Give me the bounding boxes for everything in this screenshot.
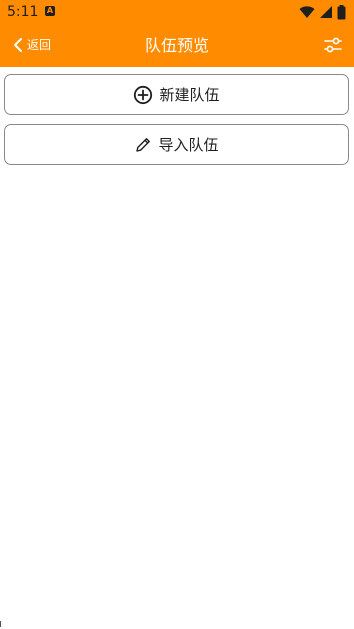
page-title: 队伍预览 bbox=[144, 36, 209, 55]
wifi-icon bbox=[299, 6, 315, 18]
corner-mark bbox=[0, 621, 5, 627]
battery-icon bbox=[337, 4, 346, 19]
chevron-left-icon bbox=[14, 38, 22, 52]
notification-icon: A bbox=[45, 6, 55, 16]
back-label: 返回 bbox=[27, 38, 52, 52]
status-bar: 5:11 A bbox=[0, 0, 354, 24]
pencil-icon bbox=[136, 137, 151, 152]
import-team-button[interactable]: 导入队伍 bbox=[4, 124, 349, 165]
new-team-button[interactable]: 新建队伍 bbox=[4, 74, 349, 115]
status-icons bbox=[299, 4, 346, 20]
import-team-label: 导入队伍 bbox=[158, 136, 219, 154]
signal-icon bbox=[320, 6, 332, 18]
status-time: 5:11 bbox=[7, 4, 39, 20]
plus-circle-icon bbox=[134, 85, 153, 104]
sliders-icon bbox=[324, 37, 342, 53]
app-bar: 返回 队伍预览 bbox=[0, 24, 354, 67]
filter-button[interactable] bbox=[322, 34, 344, 56]
new-team-label: 新建队伍 bbox=[159, 86, 220, 104]
back-button[interactable]: 返回 bbox=[12, 34, 51, 56]
